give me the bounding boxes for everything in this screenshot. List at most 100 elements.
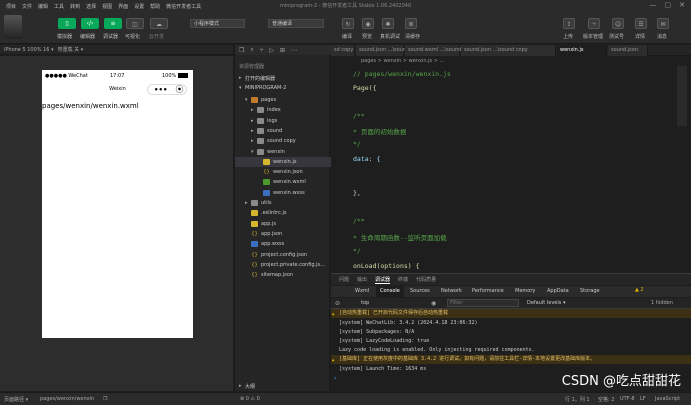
file-tree-item[interactable]: app.js <box>235 219 331 229</box>
panel-tab[interactable]: 调试器 <box>375 276 391 284</box>
outline-section[interactable]: ▸ 大纲 <box>235 381 331 391</box>
devtools-tab[interactable]: Performance <box>468 286 508 297</box>
preview-button[interactable]: ◉ <box>362 18 374 29</box>
cloud-button[interactable]: ☁ <box>150 18 168 29</box>
line-ending[interactable]: LF <box>640 396 646 402</box>
capsule-menu[interactable]: ••• ⦿ <box>147 84 187 95</box>
upload-button[interactable]: ⇪ <box>563 18 575 29</box>
file-tree-item[interactable]: {} project.config.json <box>235 250 331 260</box>
file-tree-item[interactable]: wenxin.js <box>235 156 331 167</box>
phone-screen[interactable]: ●●●●● WeChat 17:07 100% Weixin ••• ⦿ pag… <box>42 70 193 338</box>
visual-button[interactable]: ◫ <box>126 18 144 29</box>
close-capsule-icon[interactable]: ⦿ <box>175 84 183 95</box>
details-button[interactable]: ☰ <box>635 18 647 29</box>
more-icon[interactable]: ••• <box>154 86 167 94</box>
editor-tab[interactable]: sound.json ...\sound copy <box>461 45 556 56</box>
file-tree-item[interactable]: ▸ logs <box>235 116 331 126</box>
clear-cache-button[interactable]: ≣ <box>405 18 417 29</box>
eye-icon[interactable]: ◉ <box>431 300 436 307</box>
avatar[interactable] <box>4 15 22 39</box>
menu-item[interactable]: 设置 <box>134 3 144 10</box>
files-icon[interactable]: ❐ <box>239 47 244 54</box>
encoding[interactable]: UTF-8 <box>620 396 635 402</box>
file-tree-item[interactable]: app.wxss <box>235 239 331 249</box>
panel-tab[interactable]: 输出 <box>357 276 367 283</box>
file-tree-item[interactable]: wenxin.wxss <box>235 188 331 198</box>
device-select[interactable]: iPhone 5 100% 16 ▾ <box>4 47 54 53</box>
file-tree-item[interactable]: {} wenxin.json <box>235 167 331 177</box>
extensions-icon[interactable]: ⊞ <box>280 47 285 54</box>
menu-item[interactable]: 项目 <box>6 3 16 10</box>
levels-select[interactable]: Default levels ▾ <box>527 300 565 306</box>
panel-tab[interactable]: 终端 <box>398 276 408 283</box>
menu-item[interactable]: 工具 <box>54 3 64 10</box>
file-tree-item[interactable]: ▾ pages <box>235 95 331 105</box>
editor-tab[interactable]: sound.json ...\sound copy <box>356 45 423 56</box>
editor-tab[interactable]: sound.json <box>608 45 648 56</box>
project-section[interactable]: ▾ MINIPROGRAM-2 <box>235 83 331 93</box>
more-icon[interactable]: ⋯ <box>291 47 297 54</box>
editor-tab[interactable]: sd copy <box>331 45 355 56</box>
file-tree-item[interactable]: .eslintrc.js <box>235 208 331 218</box>
git-icon[interactable]: ⑂ <box>260 47 264 54</box>
panel-tab[interactable]: 代码质量 <box>416 276 436 283</box>
indentation[interactable]: 空格: 2 <box>598 396 614 403</box>
menu-item[interactable]: 文件 <box>22 3 32 10</box>
menu-item[interactable]: 编辑 <box>38 3 48 10</box>
panel-tab[interactable]: 问题 <box>339 276 349 283</box>
file-tree-item[interactable]: ▸ sound <box>235 126 331 136</box>
file-tree-item[interactable]: {} app.json <box>235 229 331 239</box>
clear-console-icon[interactable]: ⊘ <box>335 300 340 307</box>
console-filter-input[interactable] <box>447 299 519 307</box>
devtools-tab[interactable]: Sources <box>406 286 434 297</box>
menu-item[interactable]: 视图 <box>102 3 112 10</box>
file-tree-item[interactable]: ▸ utils <box>235 198 331 208</box>
messages-button[interactable]: ✉ <box>657 18 669 29</box>
search-icon[interactable]: ⌕ <box>250 46 253 54</box>
menu-item[interactable]: 微信开发者工具 <box>166 3 201 10</box>
devtools-tab[interactable]: Network <box>437 286 466 297</box>
code-editor[interactable]: // pages/wenxin/wenxin.js Page({ /** * 页面… <box>331 66 691 272</box>
close-icon[interactable]: ✕ <box>679 1 685 9</box>
file-tree-item[interactable]: wenxin.wxml <box>235 177 331 187</box>
debugger-toggle-button[interactable]: ≡ <box>104 18 122 29</box>
maximize-icon[interactable]: ▢ <box>665 1 672 9</box>
file-tree-item[interactable]: {} project.private.config.js... <box>235 260 331 270</box>
menu-item[interactable]: 帮助 <box>150 3 160 10</box>
menu-item[interactable]: 转到 <box>70 3 80 10</box>
cursor-position[interactable]: 行 1，列 1 <box>565 396 590 403</box>
context-select[interactable]: top <box>361 300 369 306</box>
file-tree-item[interactable]: ▾ wenxin <box>235 147 331 157</box>
prompt-icon[interactable]: › <box>334 375 336 382</box>
file-tree-item[interactable]: {} sitemap.json <box>235 270 331 280</box>
test-account-button[interactable]: ☺ <box>612 18 624 29</box>
compile-select[interactable]: 普通编译 <box>268 19 324 28</box>
editor-tab[interactable]: sound.wxml ...\sound copy <box>405 45 475 56</box>
language-mode[interactable]: JavaScript <box>655 396 680 402</box>
devtools-tab[interactable]: AppData <box>543 286 573 297</box>
hotreload-select[interactable]: 热重载 关 ▾ <box>58 46 84 53</box>
copy-icon[interactable]: ❐ <box>103 396 107 402</box>
devtools-tab[interactable]: Console <box>376 286 404 297</box>
file-tree-item[interactable]: ▸ sound copy <box>235 136 331 146</box>
minimize-icon[interactable]: — <box>650 1 657 9</box>
minimap[interactable] <box>677 66 687 126</box>
debug-run-icon[interactable]: ▷ <box>269 47 274 54</box>
error-count[interactable]: ⊗ 0 ⚠ 0 <box>240 396 260 402</box>
devtools-tab[interactable]: Memory <box>511 286 539 297</box>
compile-button[interactable]: ↻ <box>342 18 354 29</box>
mode-select[interactable]: 小程序模式 <box>190 19 245 28</box>
editor-toggle-button[interactable]: ‹/› <box>81 18 99 29</box>
devtools-tab[interactable]: Wxml <box>351 286 373 297</box>
menu-item[interactable]: 选择 <box>86 3 96 10</box>
devtools-tab[interactable]: Storage <box>576 286 604 297</box>
simulator-toggle-button[interactable]: ▯ <box>58 18 76 29</box>
page-path-label[interactable]: 页面路径 ▾ <box>4 396 28 403</box>
file-tree-item[interactable]: ▸ index <box>235 105 331 115</box>
menu-item[interactable]: 界面 <box>118 3 128 10</box>
editor-tab[interactable]: wenxin.js <box>557 45 607 56</box>
open-editors-section[interactable]: ▸ 打开的编辑器 <box>235 73 331 83</box>
warning-count[interactable]: ▲ 2 <box>635 287 644 293</box>
real-device-debug-button[interactable]: ✱ <box>382 18 394 29</box>
version-button[interactable]: ⑂ <box>588 18 600 29</box>
